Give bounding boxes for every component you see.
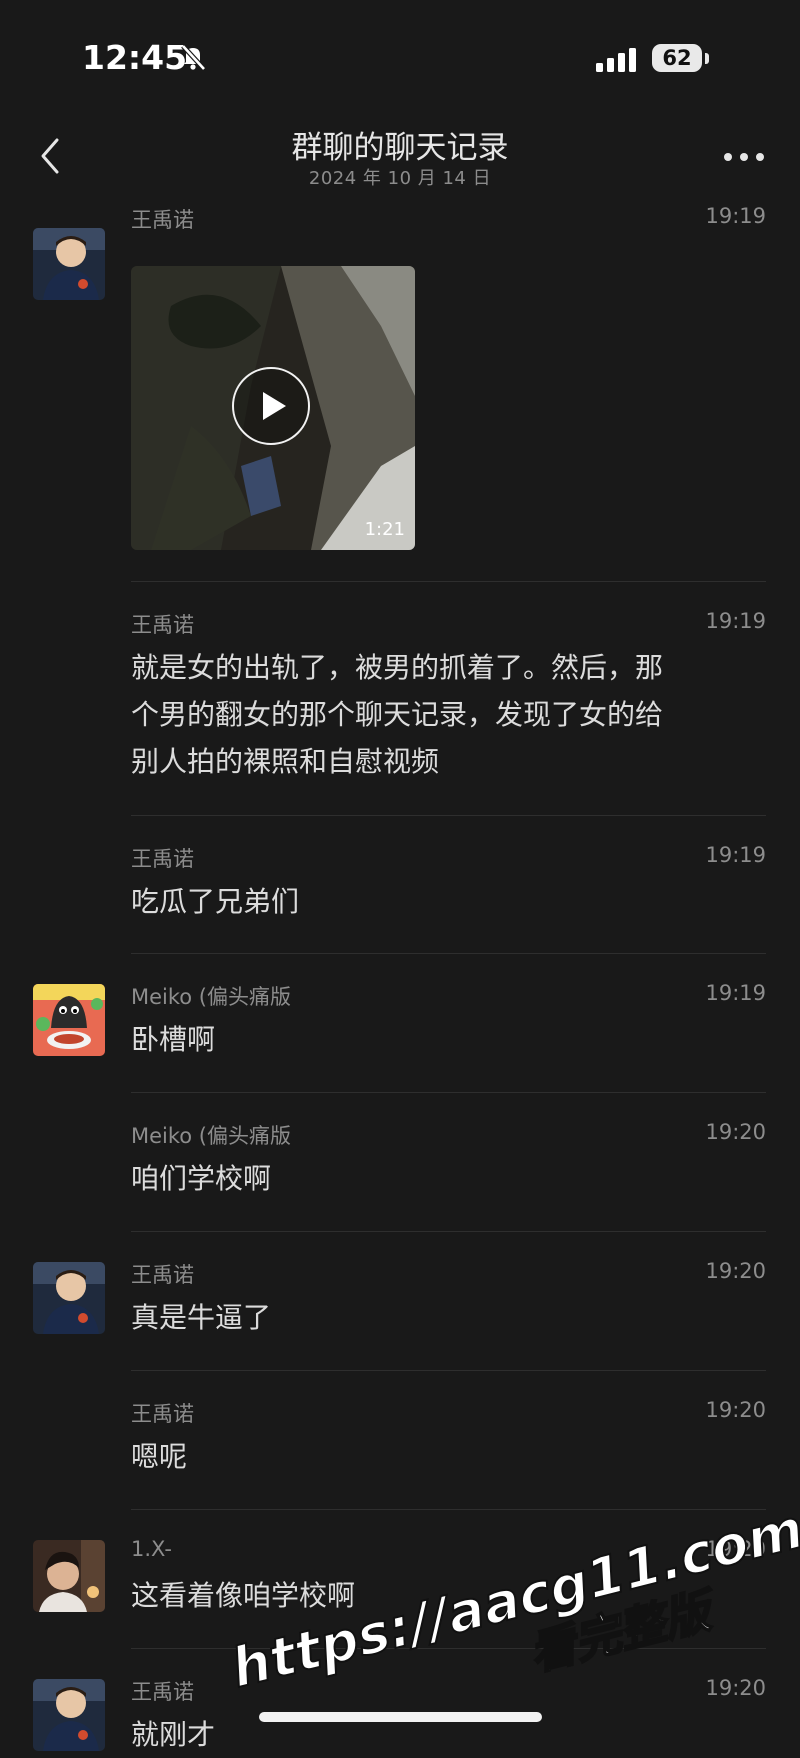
- message-text[interactable]: 咱们学校啊: [131, 1155, 771, 1202]
- message-text[interactable]: 就是女的出轨了，被男的抓着了。然后，那 个男的翻女的那个聊天记录，发现了女的给 …: [131, 644, 771, 785]
- message-text-line: 别人拍的裸照和自慰视频: [131, 745, 440, 778]
- page-subtitle: 2024 年 10 月 14 日: [308, 168, 492, 189]
- status-bar: 12:45 62: [0, 0, 800, 120]
- message-time: 19:19: [705, 204, 766, 228]
- video-duration: 1:21: [364, 519, 405, 540]
- sender-name: 王禹诺: [131, 208, 194, 232]
- avatar[interactable]: [33, 984, 105, 1056]
- message-time: 19:19: [705, 609, 766, 633]
- sender-name: 王禹诺: [131, 613, 194, 637]
- avatar[interactable]: [33, 1679, 105, 1751]
- avatar[interactable]: [33, 1540, 105, 1612]
- sender-name: 1.X-: [131, 1537, 172, 1561]
- message-time: 19:20: [705, 1676, 766, 1700]
- message-time: 19:20: [705, 1398, 766, 1422]
- divider: [131, 953, 766, 954]
- divider: [131, 1370, 766, 1371]
- sender-name: 王禹诺: [131, 1680, 194, 1704]
- divider: [131, 815, 766, 816]
- sender-name: 王禹诺: [131, 1263, 194, 1287]
- divider: [131, 1509, 766, 1510]
- home-indicator[interactable]: [259, 1712, 542, 1722]
- more-icon[interactable]: [722, 144, 766, 170]
- signal-icon: [596, 48, 636, 72]
- message-text-line: 个男的翻女的那个聊天记录，发现了女的给: [131, 698, 664, 731]
- avatar[interactable]: [33, 1262, 105, 1334]
- message-time: 19:19: [705, 981, 766, 1005]
- battery-tip: [705, 53, 709, 64]
- play-icon[interactable]: [232, 367, 310, 445]
- message-time: 19:19: [705, 843, 766, 867]
- message-time: 19:20: [705, 1120, 766, 1144]
- bell-slash-icon: [181, 44, 206, 71]
- message-text[interactable]: 嗯呢: [131, 1433, 771, 1480]
- divider: [131, 1092, 766, 1093]
- battery-level: 62: [662, 46, 692, 70]
- message-time: 19:20: [705, 1259, 766, 1283]
- divider: [131, 581, 766, 582]
- nav-bar: 群聊的聊天记录 2024 年 10 月 14 日: [0, 120, 800, 200]
- message-text[interactable]: 真是牛逼了: [131, 1294, 771, 1341]
- message-text[interactable]: 卧槽啊: [131, 1016, 771, 1063]
- sender-name: Meiko (偏头痛版: [131, 1124, 292, 1148]
- battery-icon: 62: [652, 44, 702, 72]
- message-text[interactable]: 吃瓜了兄弟们: [131, 878, 771, 925]
- page-title: 群聊的聊天记录: [291, 130, 509, 166]
- sender-name: 王禹诺: [131, 1402, 194, 1426]
- status-time: 12:45: [82, 38, 188, 77]
- video-thumbnail[interactable]: 1:21: [131, 266, 415, 550]
- sender-name: 王禹诺: [131, 847, 194, 871]
- divider: [131, 1231, 766, 1232]
- sender-name: Meiko (偏头痛版: [131, 985, 292, 1009]
- avatar[interactable]: [33, 228, 105, 300]
- message-text-line: 就是女的出轨了，被男的抓着了。然后，那: [131, 651, 664, 684]
